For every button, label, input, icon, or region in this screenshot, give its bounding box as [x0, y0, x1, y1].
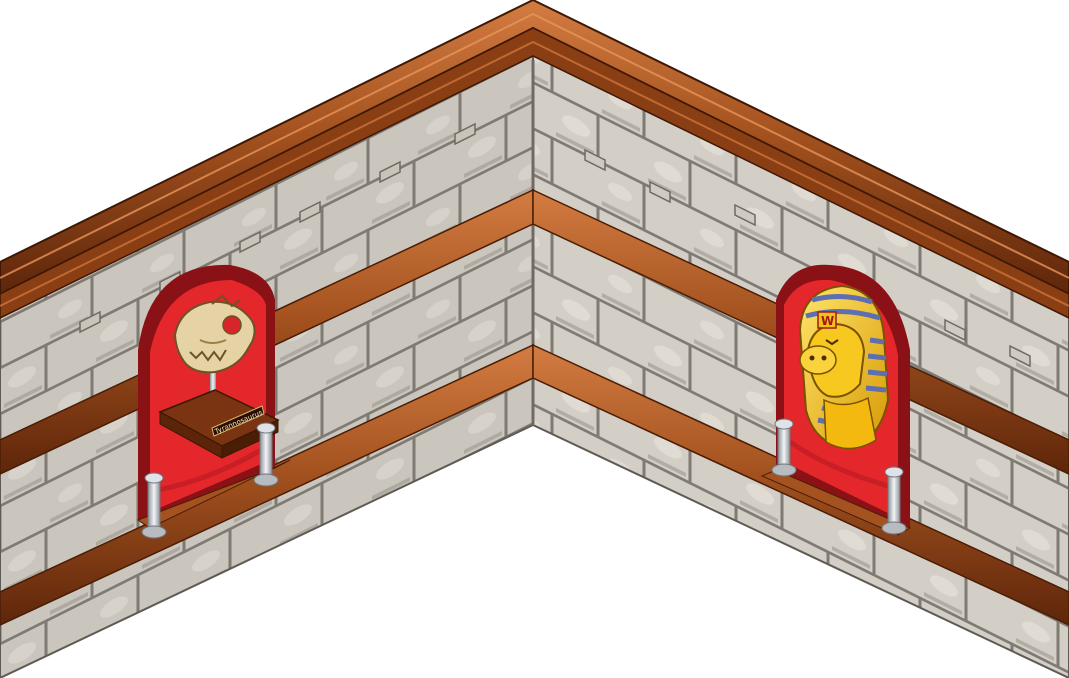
pharaoh-emblem-text: W: [821, 314, 834, 328]
room-scene: Tyrannosaurus W: [0, 0, 1069, 678]
pharaoh-bust-exhibit[interactable]: W: [798, 284, 890, 450]
pharaoh-icon: W: [798, 284, 890, 450]
